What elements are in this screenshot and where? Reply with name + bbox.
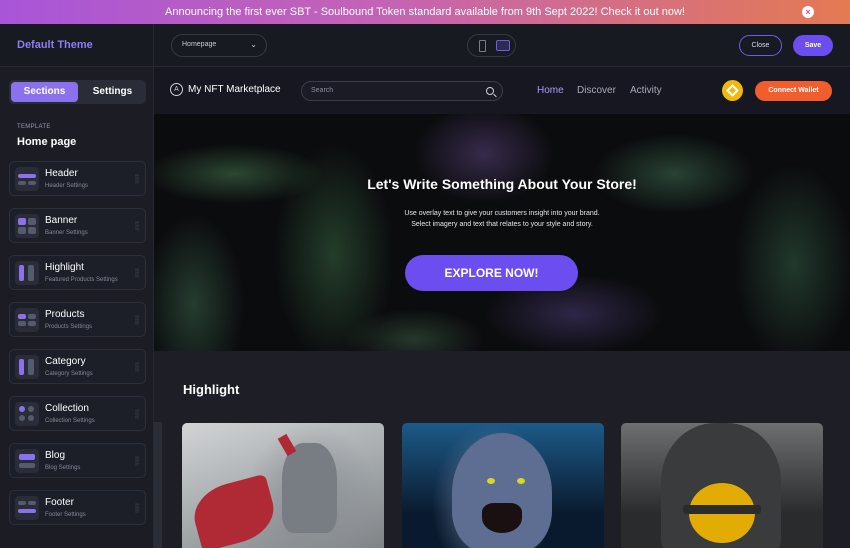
- store-preview: A My NFT Marketplace Search Home Discove…: [154, 67, 850, 548]
- drag-handle-icon[interactable]: [135, 456, 139, 466]
- store-navbar: A My NFT Marketplace Search Home Discove…: [154, 67, 850, 114]
- mobile-icon[interactable]: [479, 40, 486, 52]
- dragon-head: [282, 443, 337, 533]
- divider: [153, 24, 154, 67]
- search-placeholder: Search: [311, 87, 334, 94]
- drag-handle-icon[interactable]: [135, 315, 139, 325]
- sidebar-tabs: Sections Settings: [9, 80, 146, 104]
- editor-toolbar: Default Theme Homepage ⌄ Close Save: [0, 24, 850, 67]
- banner-layout-icon: [15, 214, 39, 238]
- section-subtitle: Blog Settings: [45, 465, 81, 471]
- store-logo-text[interactable]: My NFT Marketplace: [188, 84, 281, 95]
- explore-now-button[interactable]: EXPLORE NOW!: [405, 255, 578, 291]
- footer-layout-icon: [15, 496, 39, 520]
- section-title: Collection: [45, 403, 89, 414]
- template-label: TEMPLATE: [17, 124, 51, 130]
- dragon-wing: [187, 473, 281, 548]
- tab-settings[interactable]: Settings: [79, 82, 146, 102]
- desktop-icon[interactable]: [496, 40, 510, 51]
- collection-layout-icon: [15, 402, 39, 426]
- nft-card-hooded[interactable]: [621, 423, 823, 548]
- page-select[interactable]: Homepage ⌄: [171, 34, 267, 57]
- bnb-coin-icon[interactable]: [722, 80, 743, 101]
- nav-home[interactable]: Home: [537, 85, 564, 96]
- logo-icon: A: [170, 83, 183, 96]
- section-banner[interactable]: Banner Banner Settings: [9, 208, 146, 243]
- section-title: Blog: [45, 450, 66, 461]
- section-title: Category: [45, 356, 86, 367]
- section-footer[interactable]: Footer Footer Settings: [9, 490, 146, 525]
- section-header[interactable]: Header Header Settings: [9, 161, 146, 196]
- section-blog[interactable]: Blog Blog Settings: [9, 443, 146, 478]
- alien-mouth: [482, 503, 522, 533]
- close-button[interactable]: Close: [739, 35, 782, 56]
- mask-band: [683, 505, 761, 514]
- section-subtitle: Category Settings: [45, 371, 93, 377]
- hero-banner: Let's Write Something About Your Store! …: [154, 114, 850, 351]
- nft-card-alien[interactable]: [402, 423, 604, 548]
- preview-scrollbar[interactable]: [154, 422, 162, 548]
- section-subtitle: Products Settings: [45, 324, 93, 330]
- section-highlight[interactable]: Highlight Featured Products Settings: [9, 255, 146, 290]
- banner-title: Let's Write Something About Your Store!: [367, 176, 637, 192]
- nav-discover[interactable]: Discover: [577, 85, 616, 96]
- section-title: Highlight: [45, 262, 84, 273]
- section-subtitle: Header Settings: [45, 183, 89, 189]
- page-select-value: Homepage: [182, 41, 217, 48]
- theme-title: Default Theme: [17, 39, 93, 51]
- connect-wallet-button[interactable]: Connect Wallet: [755, 81, 832, 101]
- device-toggle: [467, 34, 516, 57]
- close-icon[interactable]: ×: [802, 6, 814, 18]
- section-subtitle: Footer Settings: [45, 512, 86, 518]
- alien-eye: [487, 478, 495, 484]
- chevron-down-icon: ⌄: [250, 40, 257, 49]
- section-collection[interactable]: Collection Collection Settings: [9, 396, 146, 431]
- alien-eye: [517, 478, 525, 484]
- banner-subtitle-line: Use overlay text to give your customers …: [404, 210, 600, 217]
- section-products[interactable]: Products Products Settings: [9, 302, 146, 337]
- tab-sections[interactable]: Sections: [11, 82, 78, 102]
- section-title: Footer: [45, 497, 74, 508]
- blog-layout-icon: [15, 449, 39, 473]
- drag-handle-icon[interactable]: [135, 409, 139, 419]
- nft-card-dragon[interactable]: [182, 423, 384, 548]
- section-title: Banner: [45, 215, 78, 226]
- header-layout-icon: [15, 167, 39, 191]
- banner-subtitle-line: Select imagery and text that relates to …: [411, 221, 593, 228]
- section-subtitle: Collection Settings: [45, 418, 95, 424]
- category-layout-icon: [15, 355, 39, 379]
- save-button[interactable]: Save: [793, 35, 833, 56]
- drag-handle-icon[interactable]: [135, 362, 139, 372]
- section-subtitle: Banner Settings: [45, 230, 88, 236]
- banner-subtitle: Use overlay text to give your customers …: [154, 208, 850, 230]
- search-input[interactable]: Search: [301, 81, 503, 101]
- announcement-bar: Announcing the first ever SBT - Soulboun…: [0, 0, 850, 24]
- section-title: Header: [45, 168, 78, 179]
- drag-handle-icon[interactable]: [135, 503, 139, 513]
- drag-handle-icon[interactable]: [135, 174, 139, 184]
- products-layout-icon: [15, 308, 39, 332]
- drag-handle-icon[interactable]: [135, 221, 139, 231]
- highlight-layout-icon: [15, 261, 39, 285]
- section-subtitle: Featured Products Settings: [45, 277, 118, 283]
- highlight-title: Highlight: [183, 382, 240, 397]
- drag-handle-icon[interactable]: [135, 268, 139, 278]
- section-category[interactable]: Category Category Settings: [9, 349, 146, 384]
- nav-activity[interactable]: Activity: [630, 85, 662, 96]
- sidebar: Sections Settings TEMPLATE Home page Hea…: [0, 67, 154, 548]
- search-icon[interactable]: [486, 87, 494, 95]
- template-title: Home page: [17, 136, 77, 148]
- announcement-text[interactable]: Announcing the first ever SBT - Soulboun…: [165, 6, 685, 18]
- section-title: Products: [45, 309, 85, 320]
